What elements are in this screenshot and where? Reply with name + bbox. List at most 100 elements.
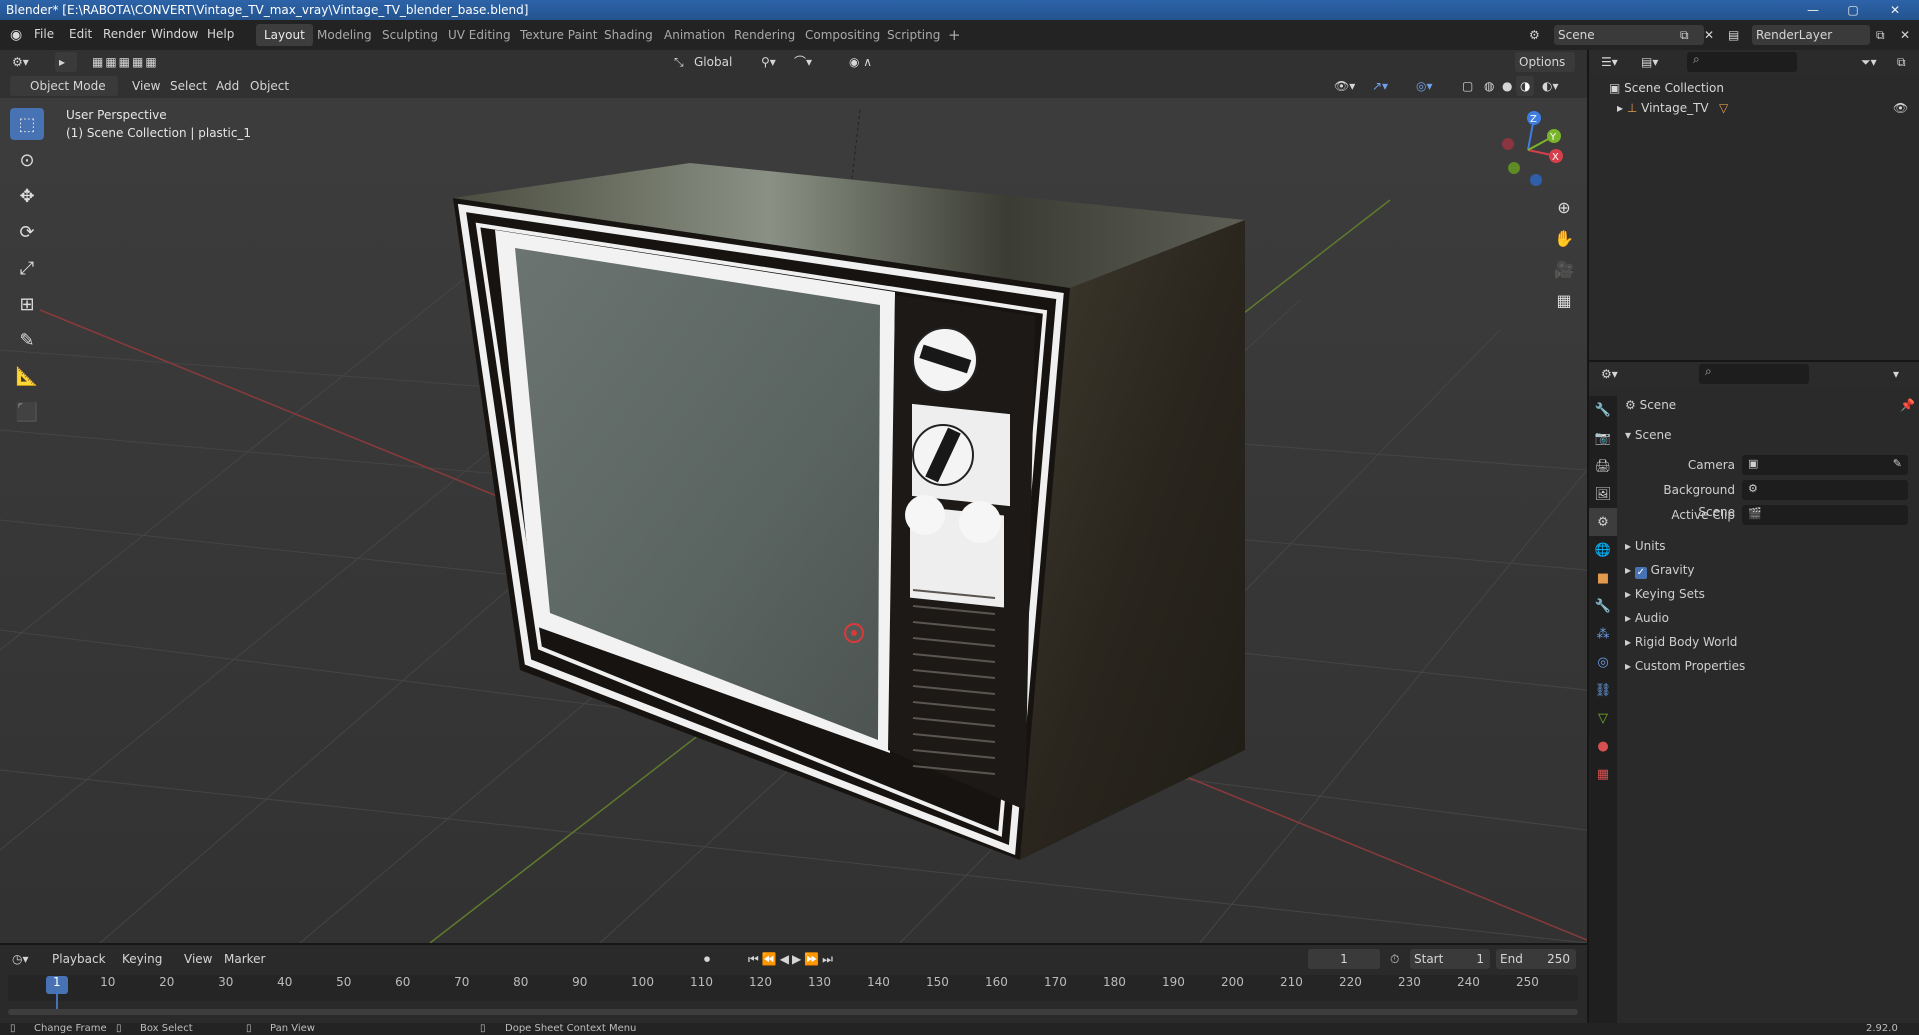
tab-sculpting[interactable]: Sculpting [374,24,446,46]
menu-timeline-view[interactable]: View [180,949,216,969]
outliner-root[interactable]: ▣ Scene Collection [1609,78,1724,98]
tab-shading[interactable]: Shading [596,24,661,46]
record-button-icon[interactable]: ⏺ [700,949,714,969]
display-mode-icon[interactable]: ▤▾ [1637,52,1662,72]
new-layer-icon[interactable]: ⧉ [1872,25,1889,45]
menu-edit[interactable]: Edit [69,27,92,41]
scale-tool-icon[interactable]: ⤢ [10,252,44,284]
pin-icon[interactable]: 📌 [1900,394,1915,416]
tab-compositing[interactable]: Compositing [797,24,888,46]
outliner-editor-icon[interactable]: ☰▾ [1597,52,1622,72]
camera-field[interactable]: ▣ ✎ [1742,455,1908,475]
timeline-editor-icon[interactable]: ◷▾ [8,949,33,969]
transform-orientation-icon[interactable]: ⤡ [670,52,688,72]
pivot-icon[interactable]: ⚲▾ [757,52,780,72]
section-keying-sets[interactable]: ▸ Keying Sets [1625,583,1705,605]
rendered-shading-icon[interactable]: ◐▾ [1538,76,1563,96]
tab-texture-paint[interactable]: Texture Paint [512,24,605,46]
transform-tool-icon[interactable]: ⊞ [10,288,44,320]
visibility-eye-icon[interactable]: 👁 [1893,98,1908,118]
menu-playback[interactable]: Playback [48,949,110,969]
menu-window[interactable]: Window [151,27,198,41]
editor-type-icon[interactable]: ⚙▾ [8,52,33,72]
background-scene-field[interactable]: ⚙ [1742,480,1908,500]
zoom-icon[interactable]: ⊕ [1550,192,1578,223]
material-shading-icon[interactable]: ◑ [1516,76,1535,96]
ortho-grid-icon[interactable]: ▦ [1550,285,1578,316]
blender-logo-icon[interactable]: ◉ [10,27,22,43]
filter-icon[interactable]: ⏷▾ [1857,52,1881,72]
select-tool-icon[interactable]: ▸ [55,52,77,72]
active-clip-field[interactable]: 🎬 [1742,505,1908,525]
tab-modeling[interactable]: Modeling [309,24,380,46]
tool-tab-icon[interactable]: 🔧 [1589,396,1617,424]
transform-orientation-selector[interactable]: Global [690,52,745,72]
section-custom-properties[interactable]: ▸ Custom Properties [1625,655,1745,677]
minimize-button[interactable]: — [1793,0,1833,20]
tab-uv-editing[interactable]: UV Editing [440,24,519,46]
snap-icon[interactable]: ⌒▾ [790,52,816,72]
view-layer-tab-icon[interactable]: 🖼 [1589,480,1617,508]
navigation-gizmo[interactable]: Z X Y [1490,108,1570,188]
render-layer-icon[interactable]: ▤ [1724,25,1743,45]
proportional-edit-icon[interactable]: ◉ ∧ [845,52,876,72]
properties-editor-icon[interactable]: ⚙▾ [1597,364,1622,384]
menu-add[interactable]: Add [212,76,243,96]
scene-tab-icon[interactable]: ⚙ [1589,508,1617,536]
gizmo-toggle-icon[interactable]: ↗▾ [1368,76,1392,96]
modifier-tab-icon[interactable]: 🔧 [1589,592,1617,620]
overlay-toggle-icon[interactable]: ◎▾ [1412,76,1437,96]
close-button[interactable]: ✕ [1875,0,1915,20]
menu-file[interactable]: File [34,27,54,41]
render-layer-selector[interactable]: RenderLayer [1752,25,1870,45]
menu-keying[interactable]: Keying [118,949,166,969]
clock-icon[interactable]: ⏱ [1386,949,1403,969]
tab-rendering[interactable]: Rendering [726,24,803,46]
properties-options-icon[interactable]: ▾ [1889,364,1903,384]
tab-animation[interactable]: Animation [656,24,733,46]
tab-scripting[interactable]: Scripting [879,24,948,46]
measure-tool-icon[interactable]: 📐 [10,360,44,392]
menu-marker[interactable]: Marker [220,949,269,969]
outliner-item-vintage-tv[interactable]: ▸ ⊥ Vintage_TV ▽ 👁 [1617,98,1917,118]
output-tab-icon[interactable]: 🖨 [1589,452,1617,480]
rotate-tool-icon[interactable]: ⟳ [10,216,44,248]
wireframe-shading-icon[interactable]: ◍ [1480,76,1498,96]
timeline-scrollbar[interactable] [8,1009,1578,1015]
pan-hand-icon[interactable]: ✋ [1550,223,1578,254]
material-tab-icon[interactable]: ● [1589,732,1617,760]
tab-layout[interactable]: Layout [256,24,313,46]
camera-view-icon[interactable]: 🎥 [1550,254,1578,285]
start-frame-field[interactable]: Start 1 [1410,949,1490,969]
select-box-tool-icon[interactable]: ⬚ [10,108,44,140]
eyedropper-icon[interactable]: ✎ [1893,457,1902,470]
current-frame-field[interactable]: 1 [1308,949,1380,969]
new-scene-icon[interactable]: ⧉ [1676,25,1693,45]
outliner-search-input[interactable]: ⌕ [1687,52,1797,72]
add-cube-tool-icon[interactable]: ⬛ [10,396,44,428]
3d-viewport[interactable]: ⚙▾ ▸ ▦▦▦▦▦ ⤡ Global ⚲▾ ⌒▾ ◉ ∧ Options Ob… [0,50,1587,943]
menu-render[interactable]: Render [103,27,146,41]
solid-shading-icon[interactable]: ● [1498,76,1516,96]
physics-tab-icon[interactable]: ◎ [1589,648,1617,676]
delete-layer-icon[interactable]: ✕ [1896,25,1914,45]
data-tab-icon[interactable]: ▽ [1589,704,1617,732]
properties-search-input[interactable]: ⌕ [1699,364,1809,384]
menu-view[interactable]: View [128,76,164,96]
menu-object[interactable]: Object [246,76,293,96]
menu-help[interactable]: Help [207,27,234,41]
annotate-tool-icon[interactable]: ✎ [10,324,44,356]
scene-panel-title[interactable]: ▾ Scene [1625,424,1671,446]
maximize-button[interactable]: ▢ [1833,0,1873,20]
scene-icon[interactable]: ⚙ [1525,25,1544,45]
new-collection-icon[interactable]: ⧉ [1893,52,1910,72]
object-tab-icon[interactable]: ■ [1589,564,1617,592]
menu-select[interactable]: Select [166,76,211,96]
gravity-checkbox[interactable]: ✓ [1634,567,1647,579]
object-mode-selector[interactable]: Object Mode [10,76,118,96]
visibility-icon[interactable]: 👁▾ [1330,76,1359,96]
texture-tab-icon[interactable]: ▦ [1589,760,1617,788]
add-workspace-button[interactable]: + [940,24,969,46]
section-audio[interactable]: ▸ Audio [1625,607,1669,629]
end-frame-field[interactable]: End 250 [1496,949,1576,969]
